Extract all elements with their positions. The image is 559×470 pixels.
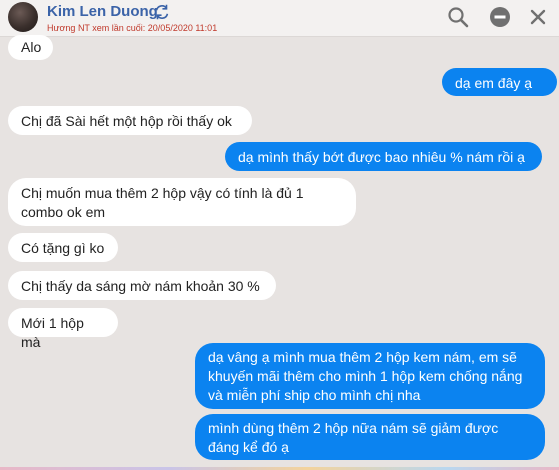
contact-name[interactable]: Kim Len Duong bbox=[47, 3, 158, 20]
chat-header: Kim Len Duong Hương NT xem lần cuối: 20/… bbox=[0, 0, 559, 37]
message-incoming[interactable]: Chị đã Sài hết một hộp rồi thấy ok bbox=[8, 106, 252, 135]
avatar[interactable] bbox=[8, 2, 38, 32]
message-incoming[interactable]: Chị thấy da sáng mờ nám khoản 30 % bbox=[8, 271, 276, 300]
minimize-icon[interactable] bbox=[489, 6, 511, 28]
message-outgoing[interactable]: dạ vâng ạ mình mua thêm 2 hộp kem nám, e… bbox=[195, 343, 545, 409]
message-outgoing[interactable]: dạ mình thấy bớt được bao nhiêu % nám rồ… bbox=[225, 142, 542, 171]
message-incoming[interactable]: Có tặng gì ko bbox=[8, 233, 118, 262]
message-outgoing[interactable]: mình dùng thêm 2 hộp nữa nám sẽ giảm đượ… bbox=[195, 414, 545, 460]
message-incoming[interactable]: Chị muốn mua thêm 2 hộp vậy có tính là đ… bbox=[8, 178, 356, 226]
search-icon[interactable] bbox=[447, 6, 469, 28]
refresh-icon[interactable] bbox=[153, 3, 171, 21]
message-list[interactable]: Alo dạ em đây ạ Chị đã Sài hết một hộp r… bbox=[0, 35, 559, 470]
message-incoming[interactable]: Mới 1 hộp mà bbox=[8, 308, 118, 350]
close-icon[interactable] bbox=[527, 6, 549, 28]
last-seen-text: Hương NT xem lần cuối: 20/05/2020 11:01 bbox=[47, 23, 218, 33]
message-outgoing[interactable]: dạ em đây ạ bbox=[442, 68, 557, 96]
message-incoming[interactable]: Alo bbox=[8, 35, 53, 60]
